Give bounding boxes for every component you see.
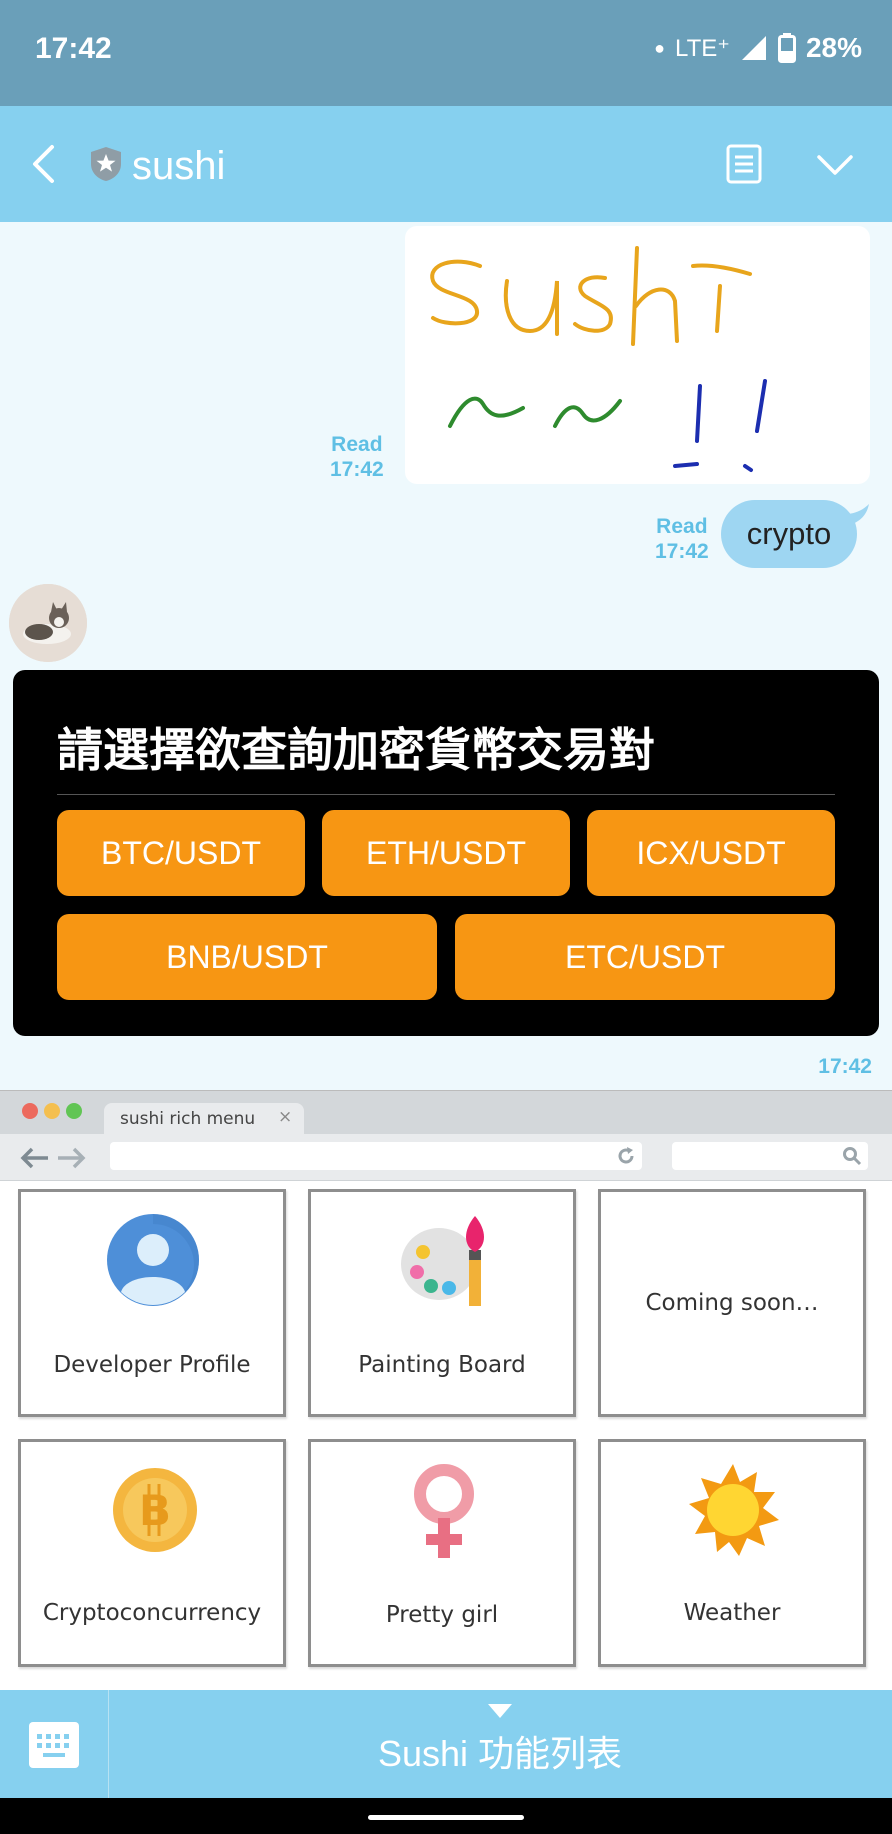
notes-icon[interactable] — [726, 144, 762, 184]
rich-menu-label: Sushi 功能列表 — [377, 1733, 623, 1774]
chat-header: sushi — [0, 106, 892, 222]
cat-avatar-icon — [9, 584, 87, 662]
rich-menu: sushi rich menu × Developer Profile Pain… — [0, 1090, 892, 1691]
status-indicators: ● LTE⁺ 28% — [654, 32, 862, 64]
sushi-drawing — [430, 246, 767, 472]
shield-star-icon — [91, 147, 121, 181]
caret-down-icon — [488, 1704, 512, 1718]
home-gesture-handle[interactable] — [368, 1815, 524, 1820]
back-arrow-icon[interactable] — [30, 144, 56, 184]
tile-label: Pretty girl — [385, 1602, 499, 1628]
address-field — [110, 1142, 642, 1170]
developer-profile-tile[interactable]: Developer Profile — [18, 1189, 286, 1417]
battery-level: 28% — [805, 32, 862, 63]
coming-soon-tile[interactable]: Coming soon… — [598, 1189, 866, 1417]
tile-label: Developer Profile — [53, 1352, 251, 1378]
signal-icon — [741, 36, 766, 60]
read-label: Read — [656, 515, 708, 538]
etc-usdt-button[interactable]: ETC/USDT — [455, 914, 835, 1000]
close-dot-icon — [22, 1103, 38, 1119]
eth-usdt-button[interactable]: ETH/USDT — [322, 810, 570, 896]
search-icon — [843, 1147, 862, 1166]
status-time: 17:42 — [35, 32, 112, 65]
back-icon — [20, 1147, 48, 1169]
maximize-dot-icon — [66, 1103, 82, 1119]
pretty-girl-tile[interactable]: Pretty girl — [308, 1439, 576, 1667]
keyboard-button[interactable] — [0, 1690, 109, 1798]
status-bar: 17:42 ● LTE⁺ 28% — [0, 0, 892, 106]
network-type: LTE⁺ — [675, 34, 730, 62]
forward-icon — [58, 1147, 86, 1169]
flex-message-card: 請選擇欲查詢加密貨幣交易對 BTC/USDT ETH/USDT ICX/USDT… — [13, 670, 879, 1036]
read-receipt: Read 17:42 — [655, 514, 709, 564]
icx-usdt-button[interactable]: ICX/USDT — [587, 810, 835, 896]
message-time: 17:42 — [655, 540, 709, 563]
browser-url-bar — [0, 1134, 892, 1181]
bitcoin-icon: B — [113, 1468, 197, 1552]
minimize-dot-icon — [44, 1103, 60, 1119]
bnb-usdt-button[interactable]: BNB/USDT — [57, 914, 437, 1000]
bubble-tail — [845, 504, 869, 526]
tab-title: sushi rich menu — [120, 1109, 256, 1129]
chevron-down-icon[interactable] — [816, 154, 854, 176]
message-time: 17:42 — [330, 458, 384, 481]
reload-icon — [618, 1147, 634, 1164]
svg-text:B: B — [139, 1486, 171, 1535]
card-title: 請選擇欲查詢加密貨幣交易對 — [57, 724, 655, 776]
browser-tab: sushi rich menu × — [104, 1103, 304, 1135]
rich-menu-toggle[interactable]: Sushi 功能列表 — [108, 1690, 892, 1798]
notification-dot-icon: ● — [654, 37, 666, 58]
card-divider — [57, 794, 835, 795]
weather-tile[interactable]: Weather — [598, 1439, 866, 1667]
bot-avatar[interactable] — [9, 584, 87, 662]
keyboard-icon — [29, 1722, 79, 1768]
chat-area[interactable]: Read 17:42 Read 17:42 crypto 請選擇欲查詢加密貨幣交… — [0, 222, 892, 1090]
tile-label: Cryptoconcurrency — [42, 1600, 262, 1626]
btc-usdt-button[interactable]: BTC/USDT — [57, 810, 305, 896]
battery-icon — [777, 33, 796, 63]
tab-close-icon: × — [278, 1107, 293, 1127]
tile-label: Painting Board — [358, 1352, 526, 1378]
system-nav-bar — [0, 1798, 892, 1834]
palette-icon — [401, 1216, 484, 1306]
read-receipt: Read 17:42 — [330, 432, 384, 482]
card-time: 17:42 — [818, 1055, 872, 1078]
drawing-image-message[interactable] — [405, 226, 870, 484]
chat-title: sushi — [132, 144, 226, 188]
bottom-menu-bar: Sushi 功能列表 — [0, 1690, 892, 1798]
tile-label: Coming soon… — [645, 1290, 819, 1316]
message-text: crypto — [746, 516, 832, 551]
browser-tab-bar: sushi rich menu × — [0, 1091, 892, 1135]
painting-board-tile[interactable]: Painting Board — [308, 1189, 576, 1417]
tile-label: Weather — [683, 1600, 781, 1626]
user-icon — [107, 1214, 199, 1306]
female-symbol-icon — [414, 1464, 474, 1558]
sent-message-bubble[interactable]: crypto — [721, 500, 857, 568]
browser-search-field — [672, 1142, 868, 1170]
cryptocurrency-tile[interactable]: B Cryptoconcurrency — [18, 1439, 286, 1667]
sun-icon — [689, 1464, 779, 1556]
read-label: Read — [331, 433, 383, 456]
